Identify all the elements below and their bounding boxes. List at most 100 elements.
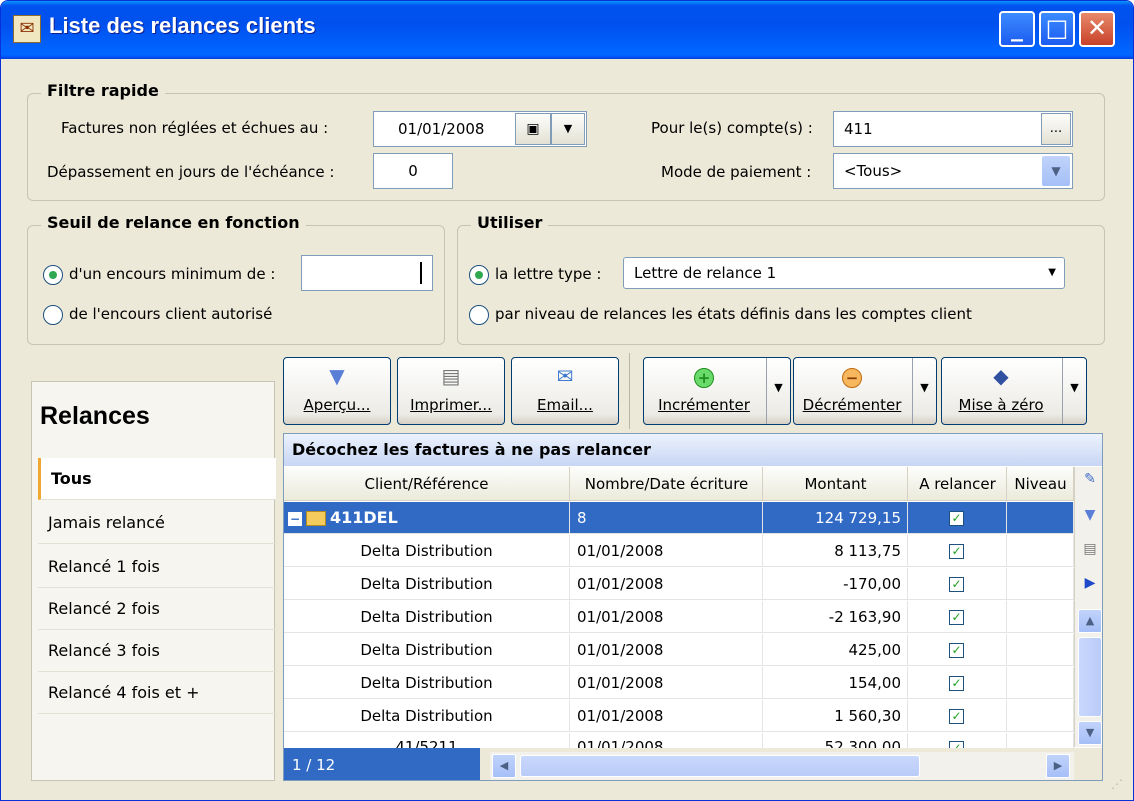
due-date-value: 01/01/2008 (398, 120, 485, 138)
increment-button[interactable]: + Incrémenter ▼ (643, 357, 791, 425)
printer-icon[interactable]: ▤ (1080, 541, 1100, 565)
toolbar-separator (629, 353, 630, 429)
payment-value: <Tous> (844, 162, 903, 180)
client-cell: Delta Distribution (284, 700, 570, 732)
play-icon[interactable]: ▶ (1080, 575, 1100, 599)
grid-header: Client/Référence Nombre/Date écriture Mo… (284, 467, 1074, 501)
table-row[interactable]: Delta Distribution 01/01/2008 425,00 ✓ (284, 634, 1074, 666)
decrement-button[interactable]: − Décrémenter ▼ (793, 357, 937, 425)
sidebar-item-four-plus[interactable]: Relancé 4 fois et + (38, 672, 276, 714)
to-remind-cell: ✓ (909, 601, 1007, 633)
amount-cell: -2 163,90 (764, 601, 908, 633)
column-to-remind[interactable]: A relancer (909, 467, 1007, 501)
table-row[interactable]: Delta Distribution 01/01/2008 -170,00 ✓ (284, 568, 1074, 600)
to-remind-checkbox[interactable]: ✓ (949, 511, 964, 526)
calendar-icon: ▣ (526, 121, 540, 137)
sidebar-item-never[interactable]: Jamais relancé (38, 502, 276, 544)
letter-type-radio[interactable] (469, 265, 489, 285)
calendar-button[interactable]: ▣ (515, 113, 551, 145)
amount-cell: 1 560,30 (764, 700, 908, 732)
increment-dropdown-arrow[interactable]: ▼ (766, 358, 790, 424)
level-cell (1008, 568, 1074, 600)
reset-button[interactable]: ◆ Mise à zéro ▼ (941, 357, 1087, 425)
to-remind-checkbox[interactable]: ✓ (949, 610, 964, 625)
preview-button[interactable]: ▼ Aperçu... (283, 357, 391, 425)
date-cell: 01/01/2008 (571, 700, 763, 732)
minimize-button[interactable]: _ (999, 11, 1035, 47)
folder-icon (306, 511, 326, 526)
close-icon: ✕ (1086, 14, 1108, 42)
reset-dropdown-arrow[interactable]: ▼ (1062, 358, 1086, 424)
to-remind-checkbox[interactable]: ✓ (949, 577, 964, 592)
sidebar-item-three-times[interactable]: Relancé 3 fois (38, 630, 276, 672)
quick-filter-legend: Filtre rapide (41, 81, 165, 100)
column-level[interactable]: Niveau (1008, 467, 1074, 501)
vertical-scroll-thumb[interactable] (1078, 637, 1102, 717)
level-cell (1008, 502, 1074, 534)
table-row[interactable]: Delta Distribution 01/01/2008 1 560,30 ✓ (284, 700, 1074, 732)
authorized-outstanding-radio[interactable] (43, 305, 63, 325)
decrement-dropdown-arrow[interactable]: ▼ (912, 358, 936, 424)
payment-select[interactable]: <Tous> ▼ (833, 153, 1073, 189)
close-button[interactable]: ✕ (1079, 11, 1115, 47)
accounts-browse-button[interactable]: ... (1041, 113, 1071, 145)
chevron-right-icon: ▶ (1053, 759, 1063, 772)
chevron-down-icon: ▼ (774, 381, 783, 394)
date-cell: 01/01/2008 (571, 568, 763, 600)
email-icon: ✉ (556, 364, 574, 388)
letter-type-label: la lettre type : (495, 265, 602, 283)
chevron-up-icon: ▲ (1085, 614, 1095, 627)
level-cell (1008, 667, 1074, 699)
overdue-days-input[interactable]: 0 (373, 153, 453, 189)
to-remind-checkbox[interactable]: ✓ (949, 643, 964, 658)
table-row[interactable]: Delta Distribution 01/01/2008 -2 163,90 … (284, 601, 1074, 633)
print-button[interactable]: ▤ Imprimer... (397, 357, 505, 425)
table-row[interactable]: 41/5211 01/01/2008 52 300,00 ✓ (284, 733, 1074, 749)
horizontal-scroll-thumb[interactable] (520, 755, 920, 777)
due-date-dropdown-button[interactable]: ▼ (551, 113, 585, 145)
scroll-left-button[interactable]: ◀ (492, 754, 516, 778)
minus-circle-icon: − (794, 364, 910, 388)
to-remind-cell: ✓ (909, 568, 1007, 600)
scroll-right-button[interactable]: ▶ (1046, 754, 1070, 778)
level-cell (1008, 733, 1074, 748)
vertical-scrollbar[interactable]: ✎ ▼ ▤ ▶ ▲ ▼ (1074, 467, 1102, 747)
date-cell: 01/01/2008 (571, 535, 763, 567)
to-remind-checkbox[interactable]: ✓ (949, 544, 964, 559)
record-counter: 1 / 12 (284, 748, 480, 780)
accounts-input[interactable]: 411 (833, 111, 1073, 147)
sidebar-item-tous[interactable]: Tous (38, 458, 276, 500)
min-outstanding-radio[interactable] (43, 265, 63, 285)
column-date[interactable]: Nombre/Date écriture (571, 467, 763, 501)
collapse-icon[interactable]: − (288, 511, 302, 526)
group-label: 411DEL (330, 508, 398, 527)
increment-label: Incrémenter (658, 396, 750, 414)
chevron-down-icon: ▼ (920, 381, 929, 394)
column-client[interactable]: Client/Référence (284, 467, 570, 501)
email-button[interactable]: ✉ Email... (511, 357, 619, 425)
maximize-button[interactable]: □ (1039, 11, 1075, 47)
table-row-group[interactable]: − 411DEL 8 124 729,15 ✓ (284, 502, 1074, 534)
scroll-up-button[interactable]: ▲ (1078, 609, 1102, 633)
resize-grip-icon[interactable]: ⋰ (1111, 777, 1127, 793)
preview-icon[interactable]: ▼ (1080, 507, 1100, 531)
scroll-down-button[interactable]: ▼ (1078, 721, 1102, 745)
email-label: Email... (537, 396, 593, 414)
level-states-radio[interactable] (469, 305, 489, 325)
edit-icon[interactable]: ✎ (1080, 471, 1100, 495)
to-remind-checkbox[interactable]: ✓ (949, 676, 964, 691)
sidebar-item-once[interactable]: Relancé 1 fois (38, 546, 276, 588)
sidebar-item-twice[interactable]: Relancé 2 fois (38, 588, 276, 630)
min-outstanding-input[interactable] (301, 255, 433, 291)
column-amount[interactable]: Montant (764, 467, 908, 501)
payment-label: Mode de paiement : (661, 163, 812, 181)
table-row[interactable]: Delta Distribution 01/01/2008 8 113,75 ✓ (284, 535, 1074, 567)
preview-icon: ▼ (329, 364, 345, 388)
relances-sidebar: Relances Tous Jamais relancé Relancé 1 f… (31, 381, 276, 781)
to-remind-checkbox[interactable]: ✓ (949, 709, 964, 724)
title-bar[interactable]: ✉ Liste des relances clients _ □ ✕ (1, 1, 1133, 59)
chevron-down-icon: ▼ (1048, 267, 1056, 278)
table-row[interactable]: Delta Distribution 01/01/2008 154,00 ✓ (284, 667, 1074, 699)
letter-type-select[interactable]: Lettre de relance 1 ▼ (623, 257, 1065, 289)
horizontal-scrollbar[interactable]: ◀ ▶ (490, 752, 1074, 780)
